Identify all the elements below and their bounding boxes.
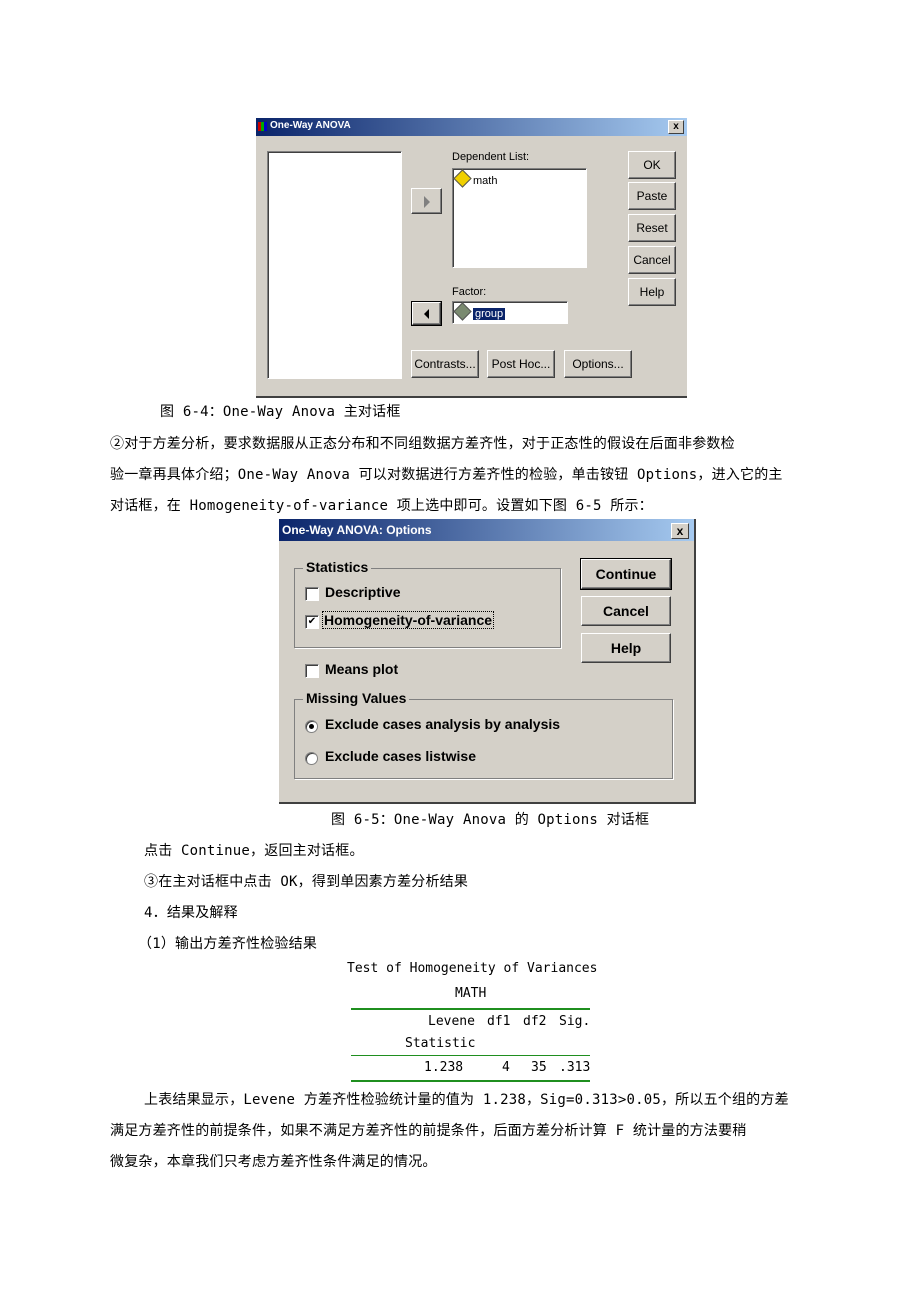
one-way-anova-dialog: One-Way ANOVA x Dependent List: math Fac… — [256, 118, 687, 398]
exclude-analysis-radio[interactable] — [305, 720, 318, 733]
figure-caption-6-4: 图 6-4：One-Way Anova 主对话框 — [160, 404, 401, 420]
cell-df1: 4 — [502, 1060, 510, 1075]
exclude-listwise-radio[interactable] — [305, 752, 318, 765]
col-header-df2: df2 — [523, 1014, 547, 1029]
col-header-levene: Levene — [428, 1014, 475, 1029]
move-to-dependent-button[interactable] — [411, 188, 442, 214]
col-header-statistic: Statistic — [405, 1036, 476, 1051]
close-button[interactable]: x — [671, 523, 689, 539]
exclude-listwise-label[interactable]: Exclude cases listwise — [325, 748, 476, 764]
dependent-list[interactable]: math — [452, 168, 587, 268]
spss-app-icon — [258, 122, 267, 131]
cell-df2: 35 — [531, 1060, 547, 1075]
options-button[interactable]: Options... — [564, 350, 632, 378]
arrow-right-icon — [424, 196, 430, 208]
scale-variable-icon — [453, 169, 472, 188]
missing-values-group: Missing Values — [294, 690, 673, 779]
contrasts-button[interactable]: Contrasts... — [411, 350, 479, 378]
dialog-title: One-Way ANOVA: Options — [282, 523, 432, 537]
cancel-button[interactable]: Cancel — [628, 246, 676, 274]
table-header-rule — [351, 1055, 590, 1056]
col-header-sig: Sig. — [559, 1014, 591, 1029]
paragraph-line: 验一章再具体介绍；One-Way Anova 可以对数据进行方差齐性的检验，单击… — [110, 467, 783, 483]
help-button[interactable]: Help — [628, 278, 676, 306]
table-bottom-rule — [351, 1080, 590, 1082]
close-icon: x — [676, 524, 684, 538]
ok-button[interactable]: OK — [628, 151, 676, 179]
dialog-title-bar: One-Way ANOVA — [256, 118, 687, 136]
cell-sig: .313 — [559, 1060, 591, 1075]
paste-button[interactable]: Paste — [628, 182, 676, 210]
homogeneity-label[interactable]: Homogeneity-of-variance — [321, 611, 495, 629]
close-icon: x — [673, 121, 679, 132]
post-hoc-button[interactable]: Post Hoc... — [487, 350, 555, 378]
move-to-factor-button[interactable] — [411, 301, 442, 326]
homogeneity-table: Test of Homogeneity of Variances MATH Le… — [340, 958, 610, 1083]
options-dialog: One-Way ANOVA: Options x Statistics Desc… — [279, 519, 696, 804]
text-line: 点击 Continue，返回主对话框。 — [144, 843, 364, 859]
cell-levene: 1.238 — [424, 1060, 464, 1075]
table-top-rule — [351, 1008, 590, 1010]
table-title: Test of Homogeneity of Variances — [347, 961, 598, 976]
table-subtitle: MATH — [455, 986, 487, 1001]
means-plot-checkbox[interactable] — [305, 664, 319, 678]
descriptive-label[interactable]: Descriptive — [325, 584, 400, 600]
exclude-analysis-label[interactable]: Exclude cases analysis by analysis — [325, 716, 560, 732]
dialog-title-bar: One-Way ANOVA: Options — [279, 519, 694, 541]
section-heading: 4．结果及解释 — [144, 905, 238, 921]
paragraph-line: 上表结果显示，Levene 方差齐性检验统计量的值为 1.238，Sig=0.3… — [144, 1092, 789, 1108]
paragraph-line: 满足方差齐性的前提条件，如果不满足方差齐性的前提条件，后面方差分析计算 F 统计… — [110, 1123, 747, 1139]
statistics-group: Statistics — [294, 559, 561, 648]
descriptive-checkbox[interactable] — [305, 587, 319, 601]
paragraph-line: 微复杂，本章我们只考虑方差齐性条件满足的情况。 — [110, 1154, 437, 1170]
factor-field[interactable]: group — [452, 301, 568, 324]
continue-button[interactable]: Continue — [580, 558, 672, 590]
scale-variable-icon — [453, 302, 472, 321]
reset-button[interactable]: Reset — [628, 214, 676, 242]
figure-caption-6-5: 图 6-5：One-Way Anova 的 Options 对话框 — [331, 812, 650, 828]
close-button[interactable]: x — [668, 120, 684, 134]
checkmark-icon: ✔ — [307, 616, 317, 627]
dependent-list-item[interactable]: math — [453, 169, 586, 188]
subsection-heading: （1）输出方差齐性检验结果 — [138, 936, 318, 952]
factor-label: Factor: — [452, 286, 487, 298]
text-line: ③在主对话框中点击 OK，得到单因素方差分析结果 — [144, 874, 469, 890]
means-plot-label[interactable]: Means plot — [325, 661, 398, 677]
col-header-df1: df1 — [487, 1014, 511, 1029]
source-variable-list[interactable] — [267, 151, 402, 379]
homogeneity-checkbox[interactable]: ✔ — [305, 615, 319, 629]
help-button[interactable]: Help — [581, 633, 671, 663]
paragraph-line: ②对于方差分析，要求数据服从正态分布和不同组数据方差齐性，对于正态性的假设在后面… — [110, 436, 735, 452]
arrow-left-icon — [424, 309, 429, 319]
cancel-button[interactable]: Cancel — [581, 596, 671, 626]
dependent-list-label: Dependent List: — [452, 151, 530, 163]
factor-value: group — [471, 307, 507, 321]
dialog-title: One-Way ANOVA — [270, 120, 351, 131]
paragraph-line: 对话框，在 Homogeneity-of-variance 项上选中即可。设置如… — [110, 498, 653, 514]
